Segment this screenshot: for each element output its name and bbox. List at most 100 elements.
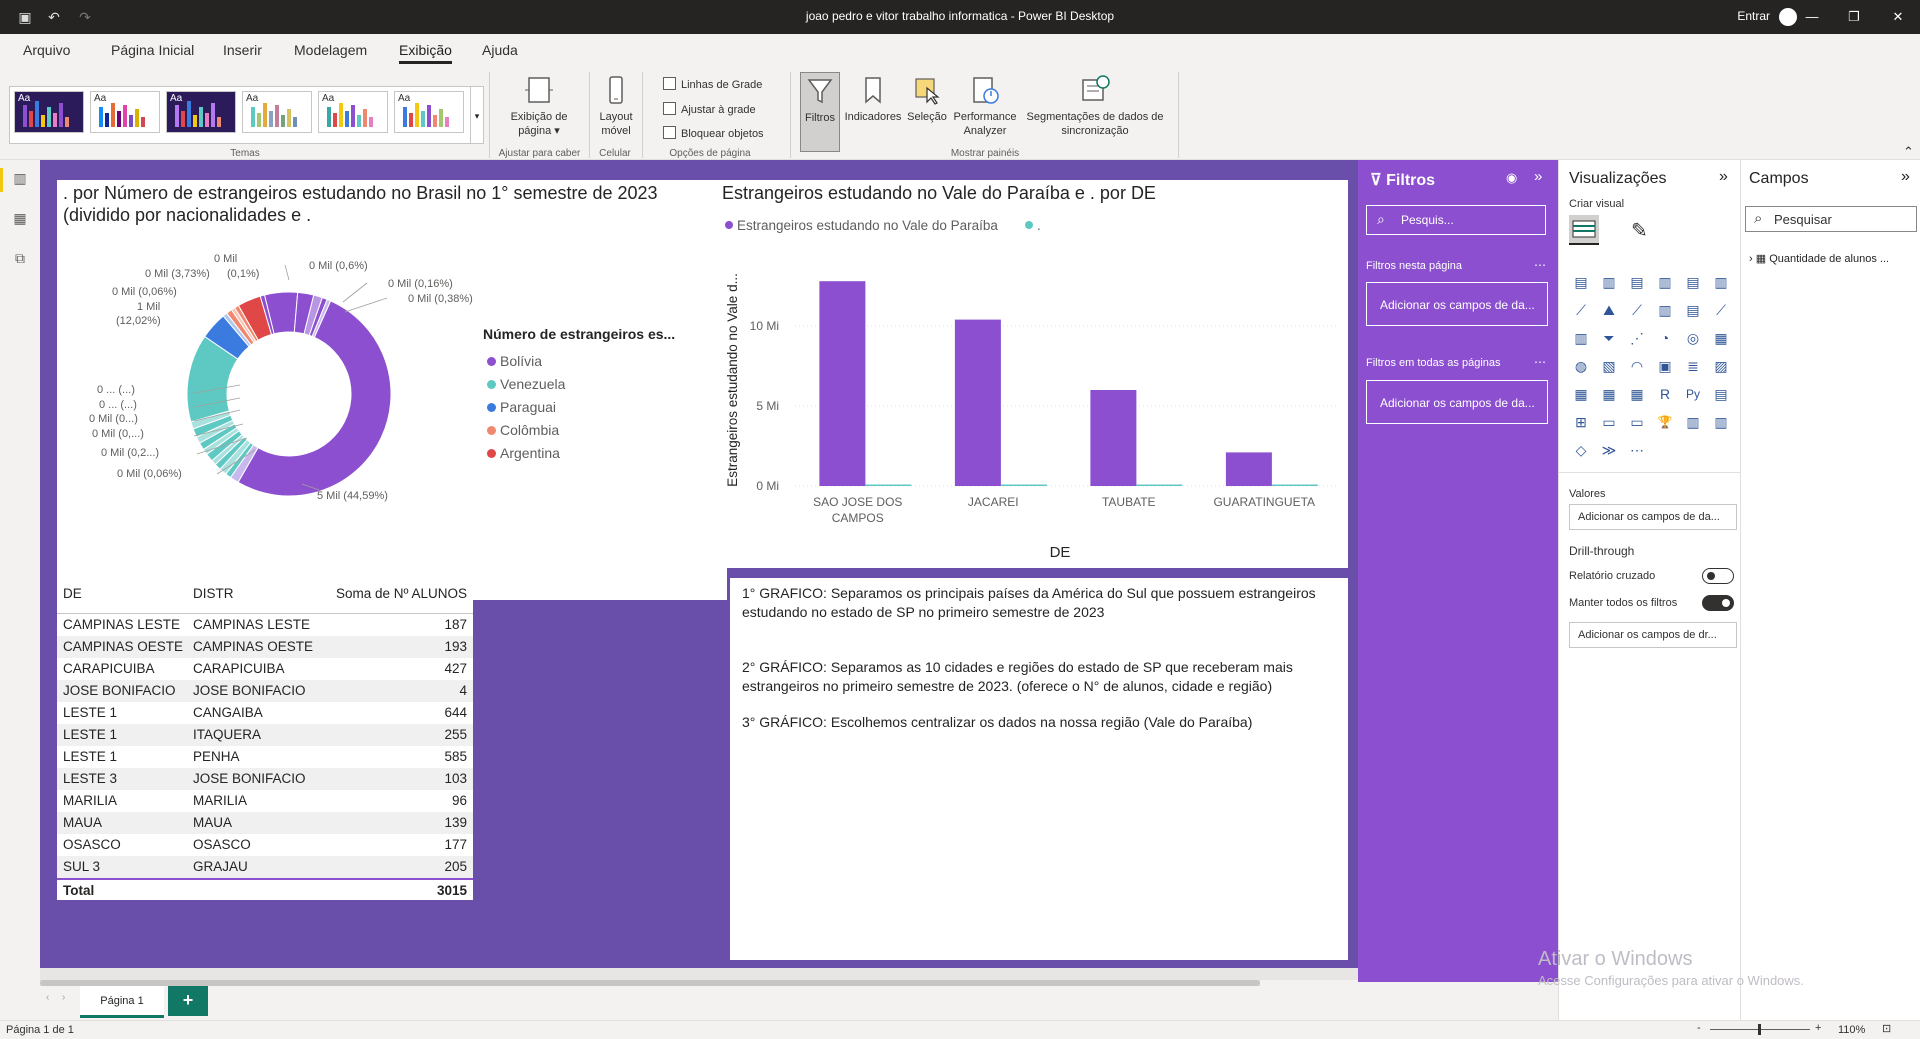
- minimize-icon[interactable]: —: [1802, 7, 1822, 27]
- gridlines-checkbox[interactable]: Linhas de Grade: [663, 77, 762, 91]
- restore-icon[interactable]: ❐: [1844, 7, 1864, 27]
- theme-option[interactable]: Aa: [90, 91, 160, 133]
- clustered-bar-icon[interactable]: ▤: [1627, 272, 1647, 292]
- matrix-icon[interactable]: ▦: [1627, 384, 1647, 404]
- text-box-visual[interactable]: 1° GRAFICO: Separamos os principais país…: [730, 578, 1348, 960]
- chevron-up-icon[interactable]: ⌃: [1903, 144, 1914, 160]
- table-row[interactable]: LESTE 1 PENHA 585: [57, 746, 473, 768]
- table-row[interactable]: SUL 3 GRAJAU 205: [57, 856, 473, 878]
- gallery-expand-icon[interactable]: ▾: [470, 86, 484, 144]
- theme-option[interactable]: Aa: [318, 91, 388, 133]
- add-fields-on-page[interactable]: Adicionar os campos de da...: [1366, 282, 1548, 326]
- tab-inserir[interactable]: Inserir: [223, 42, 262, 58]
- table-row[interactable]: LESTE 3 JOSE BONIFACIO 103: [57, 768, 473, 790]
- table-row[interactable]: MAUA MAUA 139: [57, 812, 473, 834]
- donut-chart-icon[interactable]: ◎: [1683, 328, 1703, 348]
- clustered-column-icon[interactable]: ▥: [1655, 272, 1675, 292]
- header-soma[interactable]: Soma de Nº ALUNOS: [336, 586, 467, 601]
- more-options-icon[interactable]: ⋯: [1534, 258, 1546, 272]
- bar[interactable]: [1136, 484, 1183, 487]
- bar[interactable]: [865, 484, 912, 487]
- drill-through-well[interactable]: Adicionar os campos de dr...: [1569, 622, 1737, 648]
- snap-to-grid-checkbox[interactable]: Ajustar à grade: [663, 102, 756, 116]
- legend-item[interactable]: Venezuela: [487, 376, 565, 399]
- data-view-icon[interactable]: ▦: [10, 210, 30, 230]
- values-well[interactable]: Adicionar os campos de da...: [1569, 504, 1737, 530]
- selection-pane-button[interactable]: Seleção: [904, 74, 950, 124]
- more-options-icon[interactable]: ⋯: [1534, 355, 1546, 369]
- filters-pane-button[interactable]: Filtros: [800, 72, 840, 152]
- keep-filters-toggle[interactable]: [1702, 595, 1734, 611]
- zoom-in-icon[interactable]: +: [1815, 1022, 1821, 1034]
- collapse-viz-icon[interactable]: »: [1719, 168, 1728, 186]
- narrative-icon[interactable]: ▭: [1627, 412, 1647, 432]
- funnel-icon[interactable]: ⏷: [1599, 328, 1619, 348]
- tab-pagina-inicial[interactable]: Página Inicial: [111, 42, 194, 58]
- table-row[interactable]: LESTE 1 CANGAIBA 644: [57, 702, 473, 724]
- table-row[interactable]: CAMPINAS OESTE CAMPINAS OESTE 193: [57, 636, 473, 658]
- slicer-icon[interactable]: ▦: [1571, 384, 1591, 404]
- more-visuals-icon[interactable]: ⋯: [1627, 440, 1647, 460]
- line-chart-icon[interactable]: ⟋: [1571, 300, 1591, 320]
- cross-report-toggle[interactable]: [1702, 568, 1734, 584]
- bar[interactable]: [1090, 390, 1137, 486]
- mobile-layout-button[interactable]: Layout móvel: [594, 74, 638, 138]
- tab-ajuda[interactable]: Ajuda: [482, 42, 518, 58]
- theme-option[interactable]: Aa: [394, 91, 464, 133]
- tab-arquivo[interactable]: Arquivo: [23, 42, 70, 58]
- table-row[interactable]: CARAPICUIBA CARAPICUIBA 427: [57, 658, 473, 680]
- bar[interactable]: [1000, 484, 1047, 487]
- table-icon[interactable]: ▦: [1599, 384, 1619, 404]
- decomposition-tree-icon[interactable]: ⊞: [1571, 412, 1591, 432]
- format-visual-icon[interactable]: ✎: [1631, 218, 1648, 243]
- waterfall-icon[interactable]: ▥: [1571, 328, 1591, 348]
- donut-chart-visual[interactable]: . por Número de estrangeiros estudando n…: [57, 180, 727, 578]
- legend-item[interactable]: Bolívia: [487, 353, 565, 376]
- lock-objects-checkbox[interactable]: Bloquear objetos: [663, 126, 764, 140]
- table-row[interactable]: JOSE BONIFACIO JOSE BONIFACIO 4: [57, 680, 473, 702]
- header-de[interactable]: DE: [63, 586, 82, 601]
- 100-column-icon[interactable]: ▥: [1711, 272, 1731, 292]
- prev-page-icon[interactable]: ‹: [46, 992, 49, 1003]
- eye-icon[interactable]: ◉: [1506, 170, 1517, 186]
- report-view-icon[interactable]: ▥: [10, 170, 30, 190]
- stacked-area-icon[interactable]: ⟋: [1627, 300, 1647, 320]
- 100-bar-icon[interactable]: ▤: [1683, 272, 1703, 292]
- table-row[interactable]: OSASCO OSASCO 177: [57, 834, 473, 856]
- area-chart-icon[interactable]: ⛰: [1599, 300, 1619, 320]
- legend-label[interactable]: Estrangeiros estudando no Vale do Paraíb…: [737, 218, 998, 233]
- legend-item[interactable]: Argentina: [487, 445, 565, 468]
- sign-in-button[interactable]: Entrar: [1737, 9, 1770, 23]
- add-fields-all-pages[interactable]: Adicionar os campos de da...: [1366, 380, 1548, 424]
- gauge-icon[interactable]: ◠: [1627, 356, 1647, 376]
- zoom-out-icon[interactable]: -: [1697, 1022, 1701, 1034]
- tab-exibicao[interactable]: Exibição: [399, 42, 452, 64]
- map-icon[interactable]: ◍: [1571, 356, 1591, 376]
- treemap-icon[interactable]: ▦: [1711, 328, 1731, 348]
- page-view-button[interactable]: Exibição de página ▾: [500, 74, 578, 138]
- fit-to-page-icon[interactable]: ⊡: [1882, 1022, 1891, 1035]
- zoom-slider[interactable]: [1710, 1024, 1810, 1035]
- legend-item[interactable]: Paraguai: [487, 399, 565, 422]
- smart-narrative-icon[interactable]: ≫: [1599, 440, 1619, 460]
- ribbon-chart-icon[interactable]: ⟋: [1711, 300, 1731, 320]
- python-visual-icon[interactable]: Py: [1683, 384, 1703, 404]
- kpi-icon[interactable]: ▨: [1711, 356, 1731, 376]
- line-stacked-icon[interactable]: ▤: [1683, 300, 1703, 320]
- pie-chart-icon[interactable]: ◔: [1655, 328, 1675, 348]
- field-table-item[interactable]: › ▦ Quantidade de alunos ...: [1749, 252, 1889, 265]
- filters-search-input[interactable]: ⌕ Pesquis...: [1366, 205, 1546, 235]
- bar-chart-visual[interactable]: Estrangeiros estudando no Vale do Paraíb…: [717, 180, 1348, 568]
- sync-slicers-button[interactable]: Segmentações de dados de sincronização: [1020, 74, 1170, 138]
- model-view-icon[interactable]: ⧉: [10, 250, 30, 270]
- stacked-bar-icon[interactable]: ▤: [1571, 272, 1591, 292]
- bar[interactable]: [1271, 484, 1318, 487]
- tab-modelagem[interactable]: Modelagem: [294, 42, 367, 58]
- bookmarks-pane-button[interactable]: Indicadores: [842, 74, 904, 124]
- fields-search-input[interactable]: ⌕ Pesquisar: [1745, 206, 1917, 232]
- goals-icon[interactable]: 🏆: [1655, 412, 1675, 432]
- card-icon[interactable]: ▣: [1655, 356, 1675, 376]
- r-visual-icon[interactable]: R: [1655, 384, 1675, 404]
- legend-label[interactable]: .: [1037, 218, 1041, 233]
- bar[interactable]: [819, 281, 866, 486]
